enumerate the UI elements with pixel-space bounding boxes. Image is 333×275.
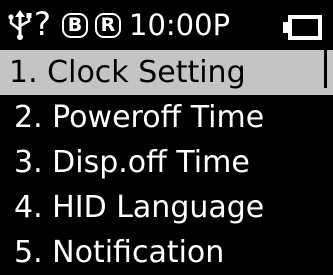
menu-item-clock-setting[interactable]: 1. Clock Setting xyxy=(0,50,333,95)
menu-item-label: 3. Disp.off Time xyxy=(14,145,250,180)
menu-item-notification[interactable]: 5. Notification xyxy=(0,230,333,275)
menu-item-hid-language[interactable]: 4. HID Language xyxy=(0,185,333,230)
menu-item-label: 2. Poweroff Time xyxy=(14,100,265,135)
menu-item-label: 5. Notification xyxy=(14,235,225,270)
clock-time: 10:00P xyxy=(129,8,231,42)
usb-icon xyxy=(8,10,32,40)
scroll-indicator xyxy=(324,50,327,88)
help-icon: ? xyxy=(34,5,51,43)
menu-item-poweroff-time[interactable]: 2. Poweroff Time xyxy=(0,95,333,140)
menu-item-label: 1. Clock Setting xyxy=(9,55,246,90)
battery-icon xyxy=(283,15,322,40)
b-badge: B xyxy=(62,13,88,38)
status-bar: ? B R 10:00P xyxy=(0,0,333,50)
menu-item-label: 4. HID Language xyxy=(14,190,265,225)
r-badge: R xyxy=(95,13,121,38)
menu-item-disp-off-time[interactable]: 3. Disp.off Time xyxy=(0,140,333,185)
settings-menu: 1. Clock Setting 2. Poweroff Time 3. Dis… xyxy=(0,50,333,275)
